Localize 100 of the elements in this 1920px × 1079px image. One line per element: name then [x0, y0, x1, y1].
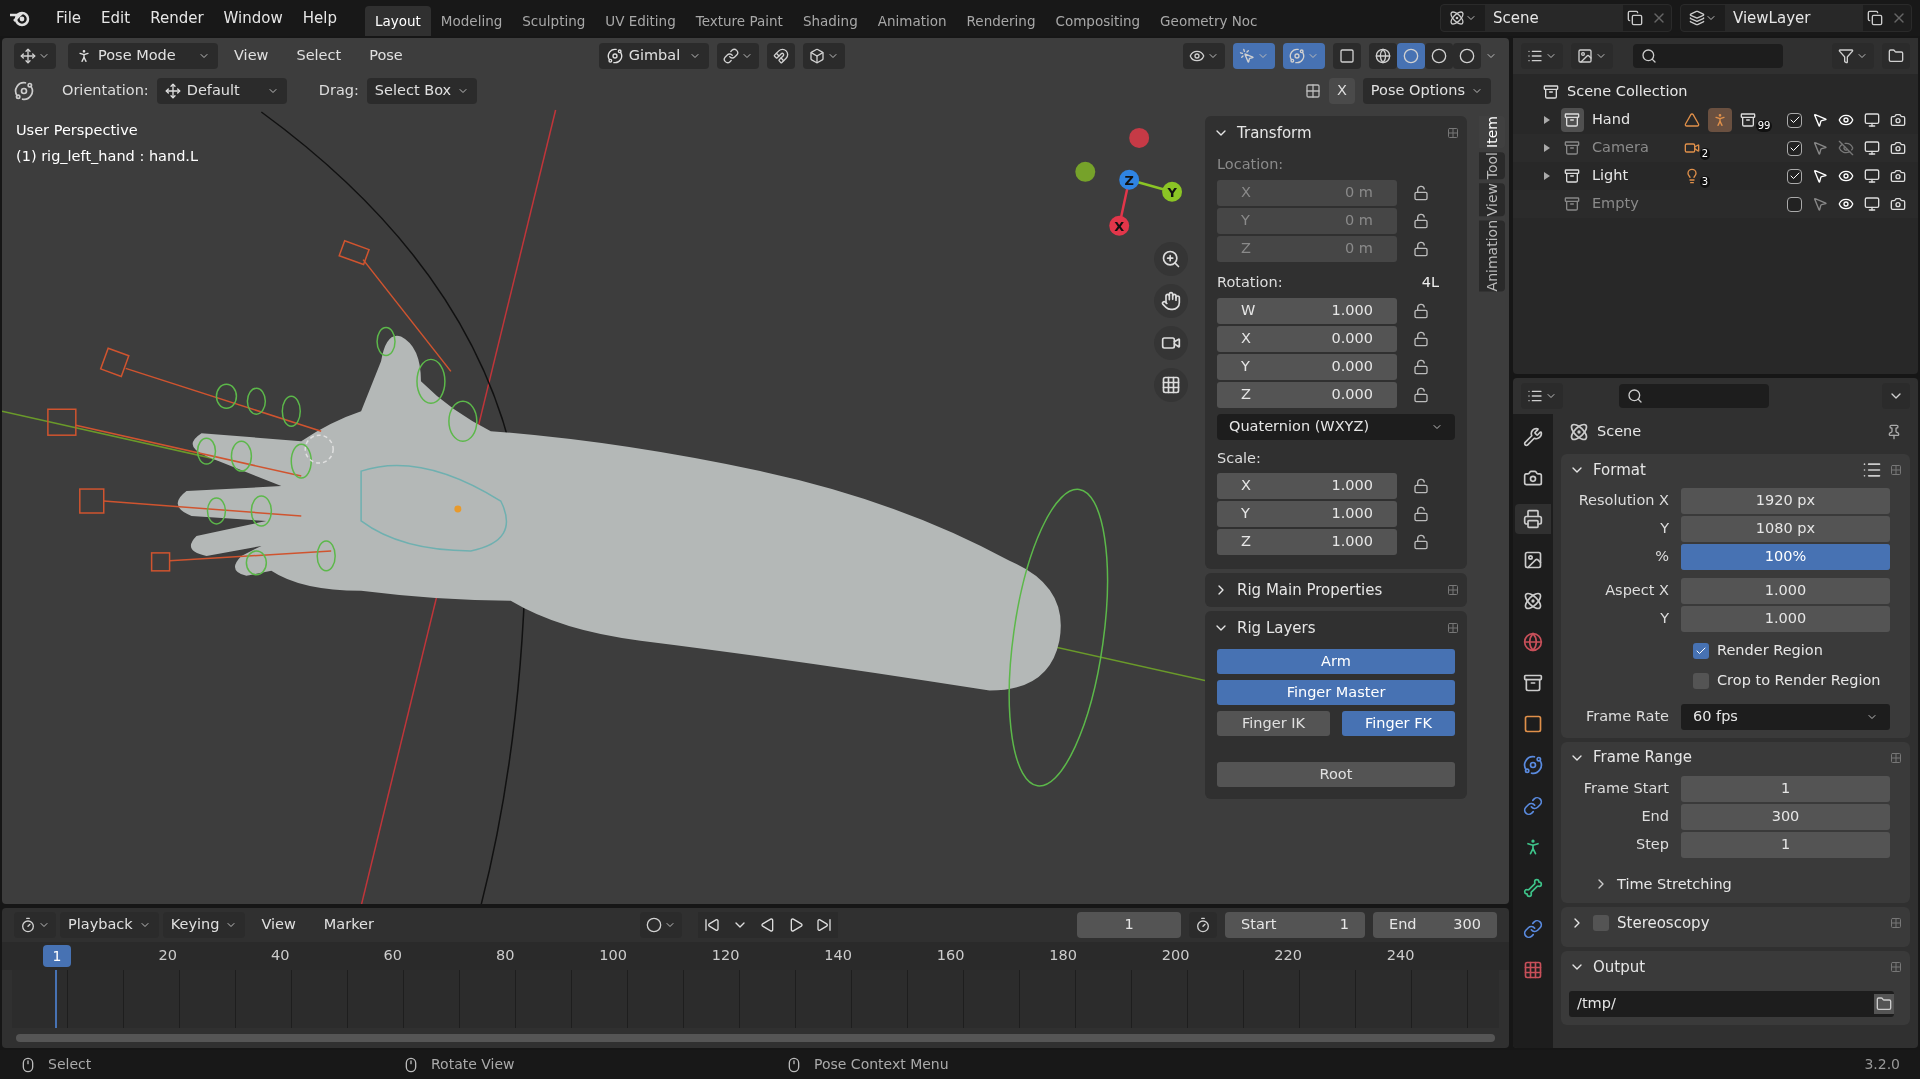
- menu-item[interactable]: Select: [284, 45, 354, 67]
- drag-handle-icon[interactable]: [1890, 961, 1902, 974]
- figure-icon[interactable]: [1707, 108, 1732, 132]
- number-field[interactable]: 1.000: [1681, 606, 1890, 632]
- workspace-tab[interactable]: Layout: [364, 6, 431, 36]
- workspace-tab[interactable]: Shading: [792, 6, 868, 36]
- view-layer-name[interactable]: ViewLayer: [1725, 5, 1863, 31]
- display-mode-button[interactable]: [1521, 43, 1563, 69]
- drag-handle-icon[interactable]: [1447, 622, 1459, 635]
- menu-item[interactable]: Window: [215, 6, 291, 30]
- pan-button[interactable]: [1154, 284, 1188, 318]
- copy-icon[interactable]: [1867, 10, 1883, 26]
- eye-icon[interactable]: [1838, 112, 1854, 128]
- menu-item[interactable]: Help: [294, 6, 345, 30]
- menu-dropdown[interactable]: Playback: [60, 912, 159, 938]
- xray-button[interactable]: [1333, 43, 1361, 69]
- unlock-icon[interactable]: [1413, 386, 1429, 403]
- projection-button[interactable]: [1154, 368, 1188, 402]
- monitor-icon[interactable]: [1864, 168, 1880, 184]
- eye-icon[interactable]: [1838, 196, 1854, 212]
- number-field[interactable]: Y 0.000: [1217, 353, 1397, 380]
- number-field[interactable]: X 0.000: [1217, 325, 1397, 352]
- lock-mode-toggle[interactable]: 4L: [1421, 271, 1439, 294]
- drag-handle-icon[interactable]: [1890, 917, 1902, 930]
- visibility-button[interactable]: [1183, 43, 1225, 69]
- scene-selector[interactable]: Scene: [1440, 4, 1672, 32]
- checkbox[interactable]: [1593, 915, 1609, 932]
- number-field[interactable]: 1.000: [1681, 578, 1890, 604]
- pointer-icon[interactable]: [1812, 112, 1828, 128]
- camera-icon[interactable]: [1890, 112, 1906, 128]
- expand-arrow-icon[interactable]: [1543, 172, 1551, 180]
- shading-button[interactable]: [1369, 43, 1397, 69]
- menu-item[interactable]: View: [249, 914, 308, 936]
- menu-item[interactable]: Render: [142, 6, 212, 30]
- gizmo-axis-handle[interactable]: [1075, 161, 1096, 182]
- unlock-icon[interactable]: [1413, 212, 1429, 229]
- menu-item[interactable]: File: [48, 6, 90, 30]
- number-field[interactable]: 300: [1681, 803, 1890, 830]
- search-field[interactable]: [1633, 44, 1783, 68]
- mirror-x-toggle[interactable]: X: [1328, 78, 1355, 104]
- end-frame-field[interactable]: End 300: [1373, 912, 1497, 938]
- workspace-tab[interactable]: Compositing: [1045, 6, 1151, 36]
- monitor-icon[interactable]: [1864, 196, 1880, 212]
- zoom-button[interactable]: [1154, 242, 1188, 276]
- number-field[interactable]: Z 0.000: [1217, 381, 1397, 408]
- checkbox[interactable]: [1693, 672, 1709, 689]
- workspace-tab[interactable]: Animation: [867, 6, 957, 36]
- camera-icon[interactable]: [1890, 196, 1906, 212]
- options-button[interactable]: [1882, 383, 1910, 409]
- drag-handle-icon[interactable]: [1447, 127, 1459, 139]
- number-field[interactable]: 1: [1681, 775, 1890, 802]
- current-frame-field[interactable]: 1: [1077, 912, 1181, 938]
- eye-icon[interactable]: [1838, 168, 1854, 184]
- pose-options-dropdown[interactable]: Pose Options: [1362, 78, 1491, 104]
- menu-dropdown[interactable]: Keying: [162, 912, 246, 938]
- folder-icon[interactable]: [1874, 994, 1894, 1015]
- workspace-tab[interactable]: Sculpting: [512, 6, 596, 36]
- new-collection-button[interactable]: [1882, 43, 1910, 69]
- mode-dropdown[interactable]: Pose Mode: [68, 43, 218, 69]
- gizmo-button[interactable]: [1233, 43, 1275, 69]
- panel-header[interactable]: Output: [1569, 956, 1646, 979]
- scrollbar[interactable]: [16, 1034, 1495, 1042]
- printer-icon[interactable]: [1515, 504, 1551, 534]
- slider-field[interactable]: 100%: [1681, 544, 1890, 570]
- scene-collection-label[interactable]: Scene Collection: [1567, 81, 1688, 103]
- unlock-icon[interactable]: [1413, 506, 1429, 523]
- copy-icon[interactable]: [1627, 10, 1643, 26]
- checkbox-label[interactable]: Render Region: [1717, 640, 1823, 662]
- gizmo-axis-handle[interactable]: Z: [1119, 169, 1140, 190]
- playhead-frame[interactable]: 1: [43, 945, 71, 967]
- panel-header[interactable]: Format: [1569, 458, 1646, 482]
- drag-handle-icon[interactable]: [1890, 751, 1902, 764]
- view-layer-selector[interactable]: ViewLayer: [1680, 4, 1912, 32]
- expand-arrow-icon[interactable]: [1543, 144, 1551, 152]
- editor-type-button[interactable]: [14, 43, 56, 69]
- collection-name[interactable]: Camera: [1591, 137, 1680, 159]
- unlock-icon[interactable]: [1413, 184, 1429, 201]
- collection-name[interactable]: Hand: [1591, 109, 1680, 131]
- transform-space-dropdown[interactable]: Gimbal: [598, 43, 709, 69]
- filter-button[interactable]: [1832, 43, 1874, 69]
- workspace-tab[interactable]: Texture Paint: [685, 6, 793, 36]
- frame-rate-dropdown[interactable]: 60 fps: [1681, 703, 1890, 730]
- shading-button[interactable]: [1453, 43, 1481, 69]
- checkbox[interactable]: [1693, 642, 1709, 659]
- checkbox-label[interactable]: Crop to Render Region: [1717, 669, 1881, 692]
- unlock-icon[interactable]: [1413, 478, 1429, 495]
- unlock-icon[interactable]: [1413, 330, 1429, 347]
- number-field[interactable]: Z 1.000: [1217, 529, 1397, 556]
- orientation-dropdown[interactable]: Default: [156, 78, 287, 104]
- number-field[interactable]: W 1.000: [1217, 297, 1397, 324]
- unlock-icon[interactable]: [1413, 302, 1429, 319]
- layer-toggle-button[interactable]: Finger IK: [1217, 711, 1330, 737]
- menu-item[interactable]: Pose: [357, 45, 415, 67]
- panel-header[interactable]: Transform: [1213, 121, 1312, 145]
- expand-arrow-icon[interactable]: [1543, 116, 1551, 124]
- search-field[interactable]: [1619, 384, 1769, 408]
- menu-item[interactable]: View: [222, 45, 281, 67]
- menu-item[interactable]: Edit: [93, 6, 139, 30]
- checkbox[interactable]: [1787, 112, 1802, 128]
- pointer-icon[interactable]: [1812, 168, 1828, 184]
